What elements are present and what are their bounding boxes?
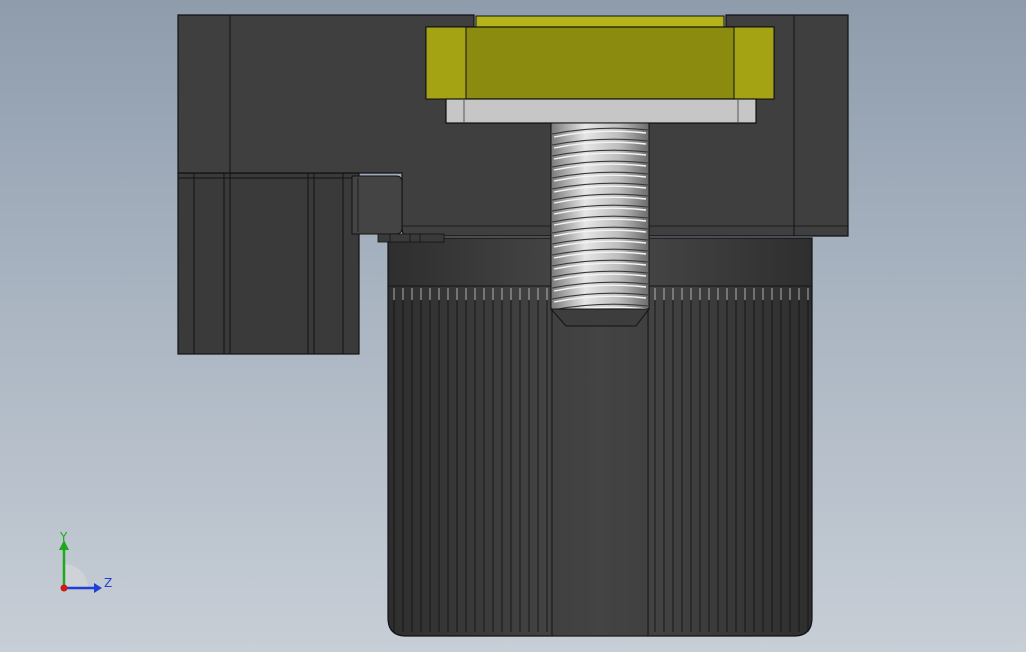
graphics-viewport[interactable]: Y Z [0, 0, 1026, 652]
washer [445, 98, 757, 124]
threaded-bolt [549, 122, 651, 327]
hex-nut [425, 15, 775, 100]
y-axis-label: Y [59, 530, 68, 544]
origin-dot-icon [60, 584, 68, 592]
z-axis-label: Z [104, 576, 112, 590]
z-axis-arrowhead-icon [94, 583, 102, 593]
orientation-triad: Y Z [59, 530, 112, 593]
side-clamp [177, 172, 360, 355]
triad-plane-icon [64, 564, 88, 588]
model-view[interactable] [0, 0, 1026, 652]
